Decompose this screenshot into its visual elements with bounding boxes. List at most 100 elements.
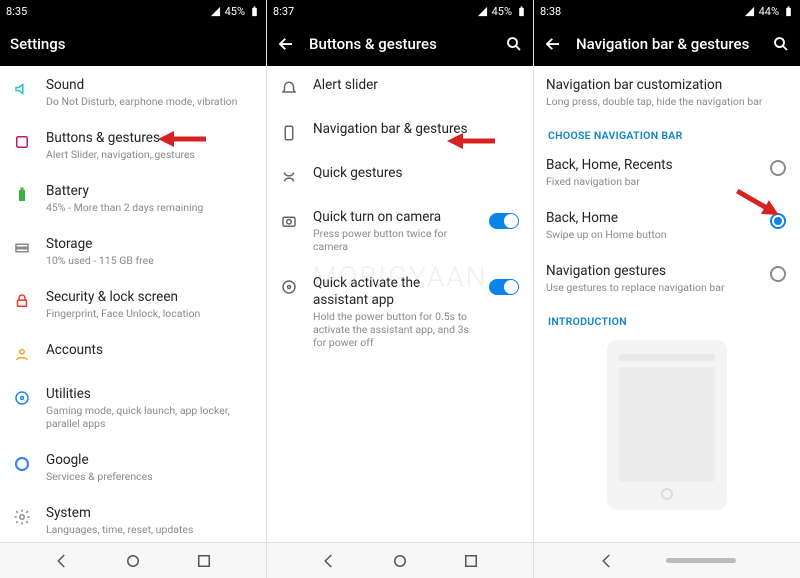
radio-back-home[interactable] <box>770 213 786 229</box>
row-label: Buttons & gestures <box>46 130 252 147</box>
buttons-icon <box>12 132 32 152</box>
settings-list[interactable]: SoundDo Not Disturb, earphone mode, vibr… <box>0 66 266 542</box>
row-label: Alert slider <box>313 77 519 94</box>
signal-icon <box>744 6 755 17</box>
battery-row-icon <box>12 185 32 205</box>
row-accounts[interactable]: Accounts <box>0 331 266 375</box>
row-label: Quick activate the assistant app <box>313 275 475 309</box>
battery-pct: 45% <box>225 5 245 18</box>
nav-back-icon[interactable] <box>598 552 616 570</box>
page-title: Navigation bar & gestures <box>576 35 758 53</box>
toggle-quick-camera[interactable] <box>489 213 519 229</box>
accounts-icon <box>12 344 32 364</box>
row-label: Navigation bar & gestures <box>313 121 519 138</box>
row-navbar-customization[interactable]: Navigation bar customizationLong press, … <box>534 66 800 119</box>
clock: 8:37 <box>273 5 294 18</box>
row-google[interactable]: GoogleServices & preferences <box>0 441 266 494</box>
nav-bar <box>0 542 266 578</box>
row-sub: Hold the power button for 0.5s to activa… <box>313 310 475 349</box>
alert-slider-icon <box>279 79 299 99</box>
panel-settings: 8:35 45% Settings SoundDo Not Disturb, e… <box>0 0 267 578</box>
row-security[interactable]: Security & lock screenFingerprint, Face … <box>0 278 266 331</box>
row-storage[interactable]: Storage10% used - 115 GB free <box>0 225 266 278</box>
option-back-home[interactable]: Back, HomeSwipe up on Home button <box>534 199 800 252</box>
nav-home-icon[interactable] <box>124 552 142 570</box>
panel-buttons-gestures: 8:37 45% Buttons & gestures Alert slider… <box>267 0 534 578</box>
row-label: Navigation bar customization <box>546 77 786 94</box>
row-sub: Gaming mode, quick launch, app locker, p… <box>46 404 252 430</box>
row-utilities[interactable]: UtilitiesGaming mode, quick launch, app … <box>0 375 266 441</box>
gesture-icon <box>279 167 299 187</box>
row-battery[interactable]: Battery45% - More than 2 days remaining <box>0 172 266 225</box>
row-navbar-gestures[interactable]: Navigation bar & gestures <box>267 110 533 154</box>
row-sound[interactable]: SoundDo Not Disturb, earphone mode, vibr… <box>0 66 266 119</box>
system-icon <box>12 507 32 527</box>
row-sub: 45% - More than 2 days remaining <box>46 201 252 214</box>
row-label: Quick turn on camera <box>313 209 475 226</box>
battery-icon <box>249 6 260 17</box>
section-choose-navbar: CHOOSE NAVIGATION BAR <box>534 119 800 146</box>
row-label: Navigation gestures <box>546 263 756 280</box>
toggle-quick-assistant[interactable] <box>489 279 519 295</box>
nav-recents-icon[interactable] <box>462 552 480 570</box>
status-bar: 8:37 45% <box>267 0 533 22</box>
nav-bar <box>267 542 533 578</box>
row-sub: Services & preferences <box>46 470 252 483</box>
row-sub: Do Not Disturb, earphone mode, vibration <box>46 95 252 108</box>
back-icon[interactable] <box>277 35 295 53</box>
row-alert-slider[interactable]: Alert slider <box>267 66 533 110</box>
battery-icon <box>783 6 794 17</box>
nav-bar <box>534 542 800 578</box>
page-title: Settings <box>10 35 256 53</box>
row-label: Back, Home <box>546 210 756 227</box>
nav-recents-icon[interactable] <box>195 552 213 570</box>
battery-icon <box>516 6 527 17</box>
assistant-icon <box>279 277 299 297</box>
camera-icon <box>279 211 299 231</box>
battery-pct: 45% <box>492 5 512 18</box>
buttons-list[interactable]: Alert slider Navigation bar & gestures Q… <box>267 66 533 542</box>
row-sub: Fingerprint, Face Unlock, location <box>46 307 252 320</box>
search-icon[interactable] <box>505 35 523 53</box>
row-sub: Languages, time, reset, updates <box>46 523 252 536</box>
row-sub: Use gestures to replace navigation bar <box>546 281 756 294</box>
radio-navigation-gestures[interactable] <box>770 266 786 282</box>
phone-icon <box>279 123 299 143</box>
google-icon <box>12 454 32 474</box>
row-label: Storage <box>46 236 252 253</box>
row-label: Utilities <box>46 386 252 403</box>
row-quick-gestures[interactable]: Quick gestures <box>267 154 533 198</box>
nav-back-icon[interactable] <box>320 552 338 570</box>
clock: 8:35 <box>6 5 27 18</box>
phone-illustration <box>607 340 727 510</box>
row-label: Quick gestures <box>313 165 519 182</box>
row-label: Accounts <box>46 342 252 359</box>
status-bar: 8:35 45% <box>0 0 266 22</box>
row-label: System <box>46 505 252 522</box>
row-sub: Press power button twice for camera <box>313 227 475 253</box>
back-icon[interactable] <box>544 35 562 53</box>
header: Settings <box>0 22 266 66</box>
row-quick-assistant[interactable]: Quick activate the assistant appHold the… <box>267 264 533 360</box>
option-back-home-recents[interactable]: Back, Home, RecentsFixed navigation bar <box>534 146 800 199</box>
signal-icon <box>210 6 221 17</box>
row-sub: Alert Slider, navigation, gestures <box>46 148 252 161</box>
option-navigation-gestures[interactable]: Navigation gesturesUse gestures to repla… <box>534 252 800 305</box>
radio-back-home-recents[interactable] <box>770 160 786 176</box>
sound-icon <box>12 79 32 99</box>
status-bar: 8:38 44% <box>534 0 800 22</box>
nav-home-pill[interactable] <box>666 558 736 563</box>
navbar-options-list[interactable]: Navigation bar customizationLong press, … <box>534 66 800 542</box>
clock: 8:38 <box>540 5 561 18</box>
utilities-icon <box>12 388 32 408</box>
battery-pct: 44% <box>759 5 779 18</box>
nav-home-icon[interactable] <box>391 552 409 570</box>
search-icon[interactable] <box>772 35 790 53</box>
row-sub: Long press, double tap, hide the navigat… <box>546 95 786 108</box>
signal-icon <box>477 6 488 17</box>
row-system[interactable]: SystemLanguages, time, reset, updates <box>0 494 266 542</box>
row-buttons-gestures[interactable]: Buttons & gesturesAlert Slider, navigati… <box>0 119 266 172</box>
row-quick-camera[interactable]: Quick turn on cameraPress power button t… <box>267 198 533 264</box>
nav-back-icon[interactable] <box>53 552 71 570</box>
lock-icon <box>12 291 32 311</box>
